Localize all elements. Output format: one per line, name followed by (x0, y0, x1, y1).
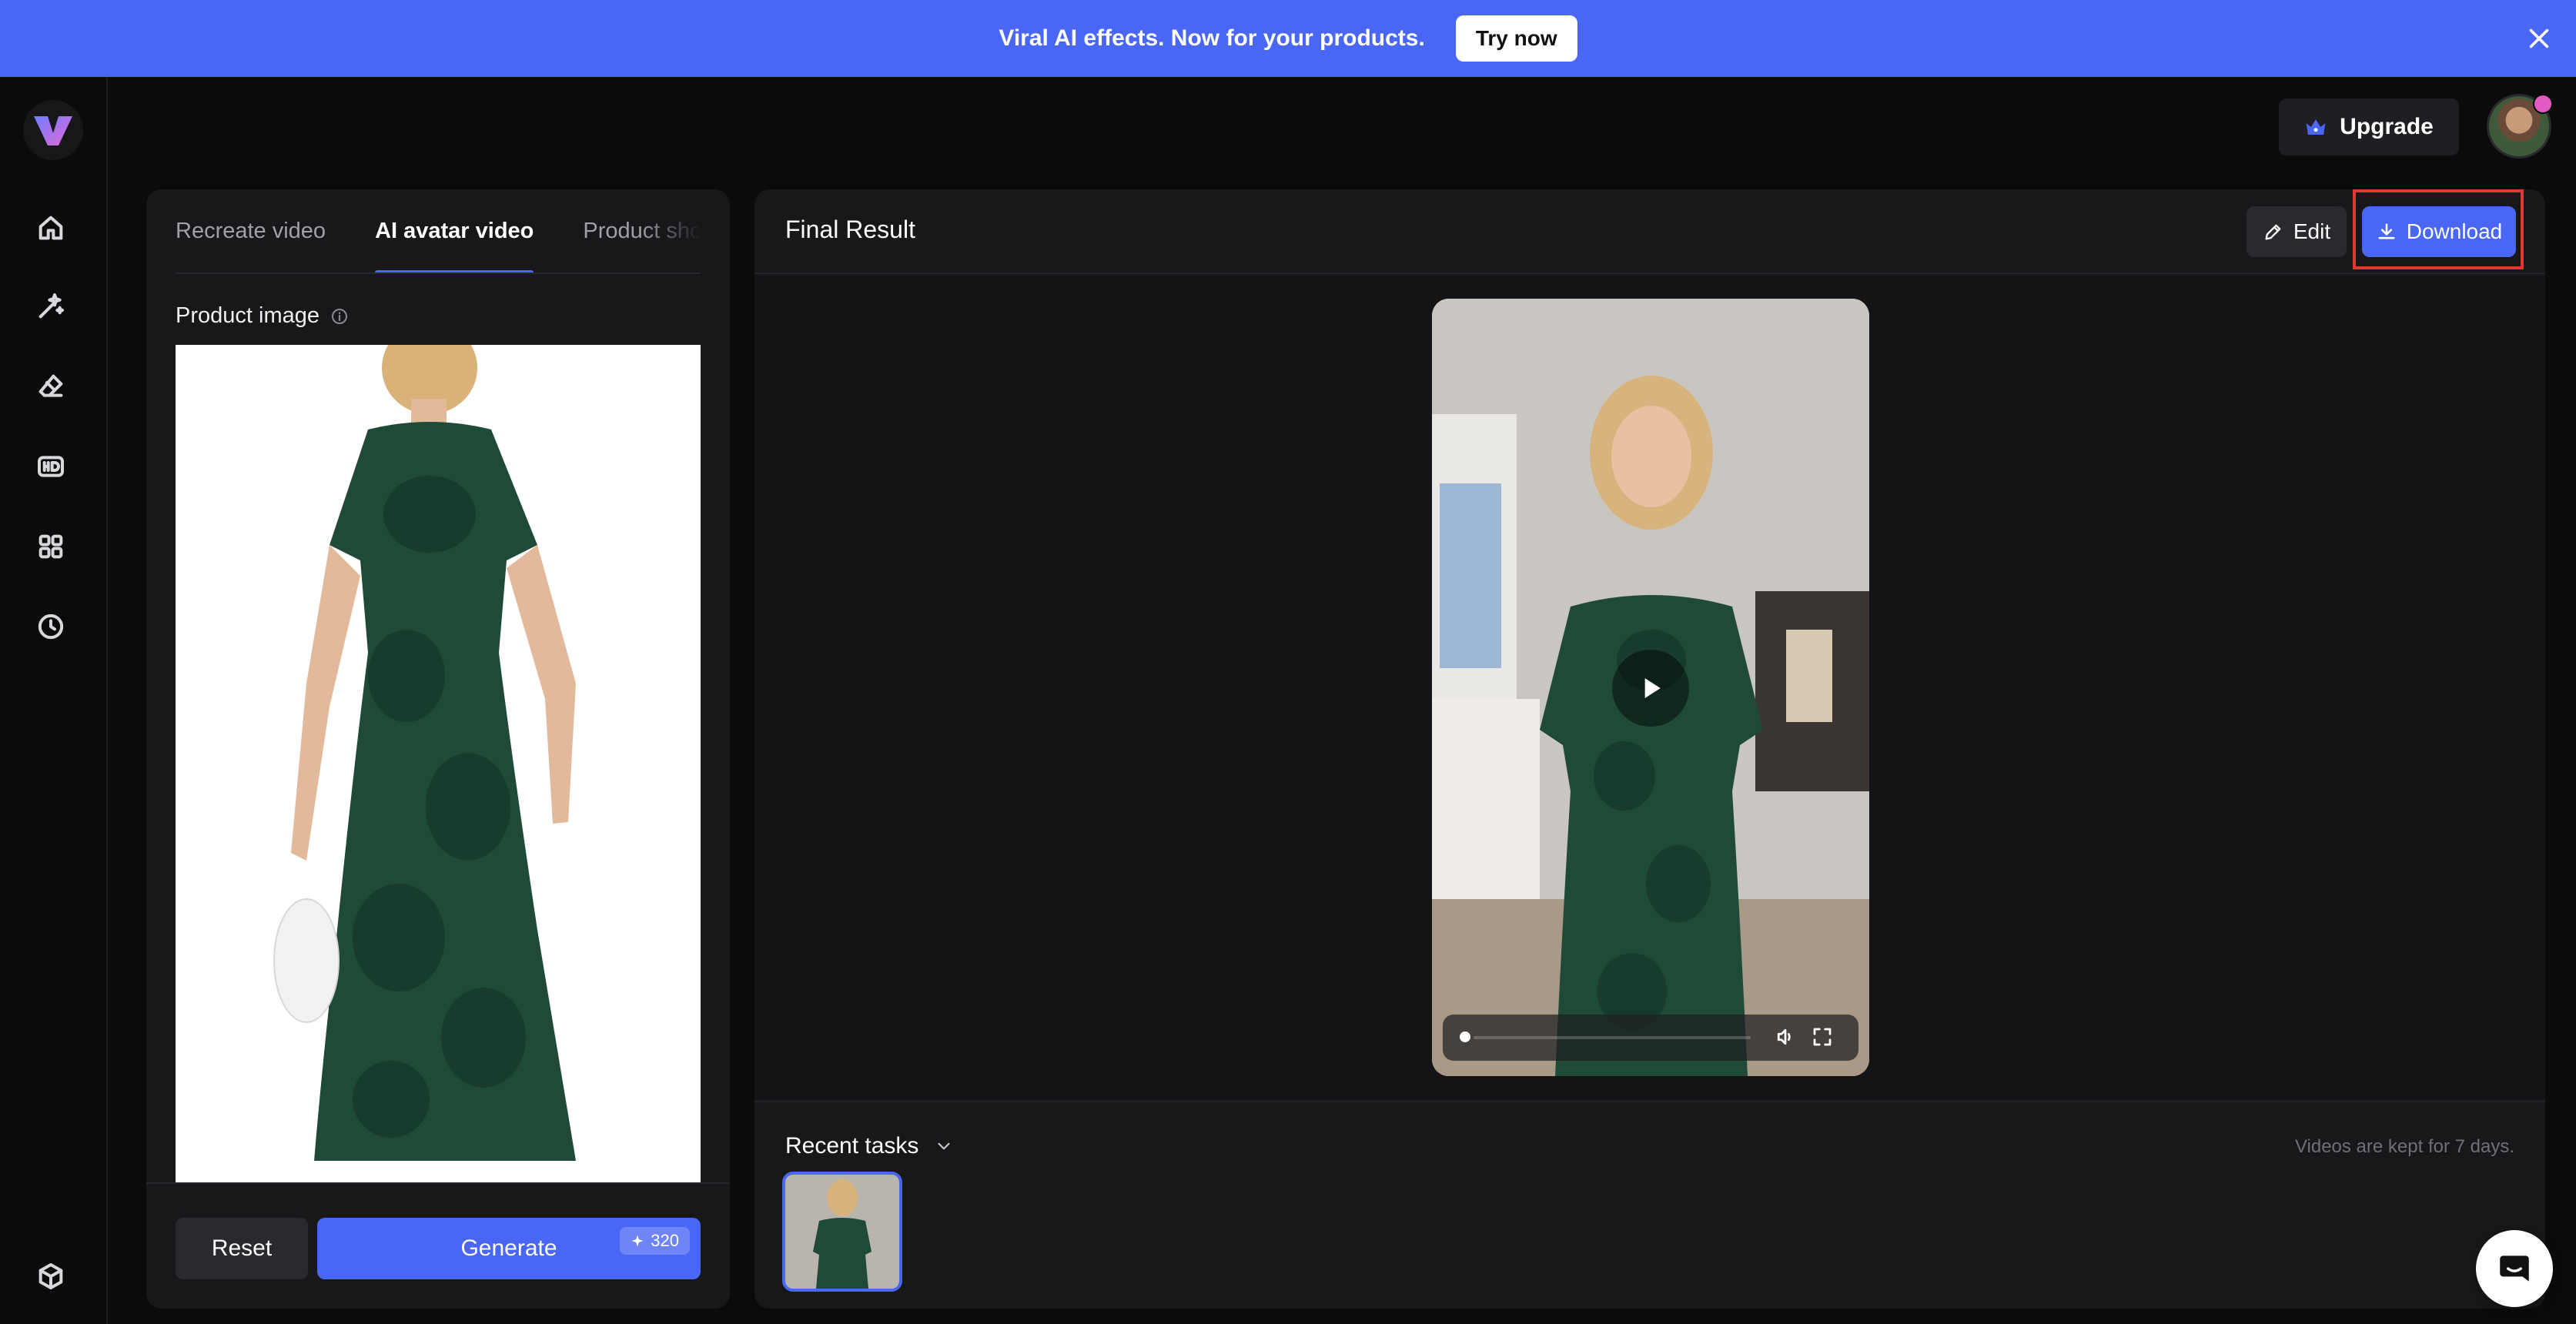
preview-stage (754, 276, 2545, 1099)
page-title: Final Result (785, 216, 915, 243)
recent-tasks: Recent tasks Videos are kept for 7 days. (754, 1101, 2545, 1309)
try-now-button[interactable]: Try now (1455, 15, 1577, 62)
promo-banner: Viral AI effects. Now for your products.… (0, 0, 2576, 77)
upgrade-button[interactable]: Upgrade (2279, 99, 2459, 155)
download-highlight-box (2353, 189, 2524, 269)
chat-support-button[interactable] (2476, 1230, 2553, 1307)
play-button[interactable] (1612, 650, 1689, 727)
credit-badge: 320 (620, 1227, 690, 1255)
sparkle-icon (631, 1235, 644, 1247)
generate-label: Generate (460, 1235, 557, 1261)
crown-icon (2306, 119, 2326, 135)
action-bar: Reset Generate 320 (146, 1182, 730, 1309)
generate-button[interactable]: Generate 320 (317, 1218, 701, 1279)
app-logo[interactable] (23, 100, 83, 160)
result-panel: Final Result Edit Download Recent tasks … (754, 189, 2545, 1309)
info-icon[interactable] (330, 307, 349, 326)
generator-panel: Recreate video AI avatar video Product s… (146, 189, 730, 1309)
cube-icon[interactable] (31, 1256, 71, 1296)
thumbnail-image (785, 1175, 899, 1289)
recent-tasks-toggle[interactable]: Recent tasks (785, 1133, 954, 1159)
video-controls (1443, 1015, 1858, 1061)
left-rail (0, 77, 108, 1324)
result-header: Final Result Edit Download (754, 189, 2545, 274)
close-icon[interactable] (2525, 25, 2553, 52)
product-image-label: Product image (176, 303, 349, 329)
logo-v-icon (34, 116, 72, 145)
edit-button[interactable]: Edit (2246, 206, 2347, 257)
history-clock-icon[interactable] (31, 607, 71, 647)
chat-icon (2500, 1255, 2529, 1282)
upgrade-label: Upgrade (2340, 114, 2434, 139)
progress-bar[interactable] (1474, 1036, 1751, 1039)
reset-button[interactable]: Reset (176, 1218, 308, 1279)
magic-wand-icon[interactable] (31, 286, 71, 326)
pencil-icon (2265, 224, 2281, 240)
recent-task-thumbnail[interactable] (782, 1172, 902, 1292)
mode-tabs: Recreate video AI avatar video Product s… (176, 189, 701, 274)
credit-count: 320 (651, 1231, 679, 1250)
product-image-text: Product image (176, 303, 319, 328)
recent-tasks-label: Recent tasks (785, 1133, 919, 1158)
video-player[interactable] (1432, 299, 1869, 1076)
home-icon[interactable] (31, 208, 71, 248)
product-image[interactable] (176, 345, 701, 1184)
retention-note: Videos are kept for 7 days. (2294, 1136, 2514, 1157)
dress-product-photo (176, 345, 701, 1184)
progress-handle[interactable] (1460, 1031, 1470, 1042)
chevron-down-icon (938, 1142, 951, 1150)
avatar-badge-icon (2533, 94, 2553, 114)
fullscreen-icon[interactable] (1811, 1025, 1834, 1048)
hd-icon[interactable] (31, 446, 71, 486)
banner-text: Viral AI effects. Now for your products. (999, 25, 1425, 51)
play-icon (1644, 678, 1661, 698)
tab-recreate-video[interactable]: Recreate video (176, 189, 326, 272)
tab-ai-avatar-video[interactable]: AI avatar video (375, 189, 534, 272)
apps-grid-icon[interactable] (31, 527, 71, 567)
volume-icon[interactable] (1774, 1025, 1797, 1048)
eraser-icon[interactable] (31, 366, 71, 406)
tabs-fade (639, 189, 701, 272)
edit-label: Edit (2293, 219, 2331, 243)
